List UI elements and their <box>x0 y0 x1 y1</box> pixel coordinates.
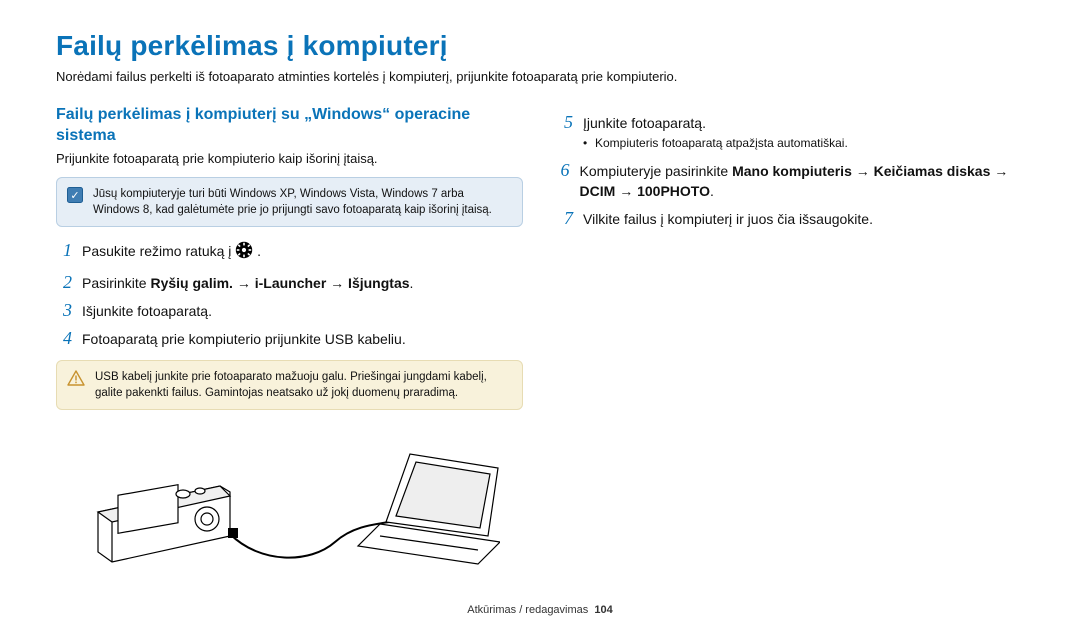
step-text: Pasukite režimo ratuką į <box>82 241 261 264</box>
page-title: Failų perkėlimas į kompiuterį <box>56 30 1024 62</box>
page-footer: Atkūrimas / redagavimas 104 <box>0 604 1080 616</box>
right-column: 5 Įjunkite fotoaparatą. Kompiuteris foto… <box>557 105 1024 574</box>
step-number: 1 <box>56 241 72 261</box>
note-text: Jūsų kompiuteryje turi būti Windows XP, … <box>93 186 512 218</box>
content-columns: Failų perkėlimas į kompiuterį su „Window… <box>56 105 1024 574</box>
left-column: Failų perkėlimas į kompiuterį su „Window… <box>56 105 523 574</box>
usb-illustration <box>56 424 523 574</box>
warning-box: USB kabelį junkite prie fotoaparato mažu… <box>56 360 523 410</box>
info-icon: ✓ <box>67 187 83 203</box>
step-5: 5 Įjunkite fotoaparatą. Kompiuteris foto… <box>557 113 1024 153</box>
intro-text: Norėdami failus perkelti iš fotoaparato … <box>56 68 1024 87</box>
step-text: Įjunkite fotoaparatą. Kompiuteris fotoap… <box>583 113 848 153</box>
step-number: 4 <box>56 329 72 349</box>
subheading-windows: Failų perkėlimas į kompiuterį su „Window… <box>56 105 523 147</box>
step-number: 7 <box>557 209 573 229</box>
mode-dial-icon <box>235 241 253 264</box>
steps-left: 1 Pasukite režimo ratuką į <box>56 241 523 349</box>
step-5-sub: Kompiuteris fotoaparatą atpažįsta automa… <box>583 135 848 152</box>
lead-text: Prijunkite fotoaparatą prie kompiuterio … <box>56 150 523 169</box>
warning-text: USB kabelį junkite prie fotoaparato mažu… <box>95 369 512 401</box>
step-text: Fotoaparatą prie kompiuterio prijunkite … <box>82 329 406 349</box>
step-2: 2 Pasirinkite Ryšių galim. → i-Launcher … <box>56 273 523 293</box>
footer-section: Atkūrimas / redagavimas <box>467 604 588 616</box>
step-text: Išjunkite fotoaparatą. <box>82 301 212 321</box>
step-number: 3 <box>56 301 72 321</box>
step-7: 7 Vilkite failus į kompiuterį ir juos či… <box>557 209 1024 229</box>
step-number: 5 <box>557 113 573 133</box>
page-number: 104 <box>594 604 612 616</box>
step-text: Pasirinkite Ryšių galim. → i-Launcher → … <box>82 273 413 293</box>
step-3: 3 Išjunkite fotoaparatą. <box>56 301 523 321</box>
note-box: ✓ Jūsų kompiuteryje turi būti Windows XP… <box>56 177 523 227</box>
caution-icon <box>67 370 83 386</box>
svg-text:✓: ✓ <box>70 190 79 202</box>
step-number: 6 <box>557 161 570 181</box>
step-text: Kompiuteryje pasirinkite Mano kompiuteri… <box>580 161 1024 202</box>
step-number: 2 <box>56 273 72 293</box>
manual-page: Failų perkėlimas į kompiuterį Norėdami f… <box>0 0 1080 630</box>
step-4: 4 Fotoaparatą prie kompiuterio prijunkit… <box>56 329 523 349</box>
step-text: Vilkite failus į kompiuterį ir juos čia … <box>583 209 873 229</box>
step-6: 6 Kompiuteryje pasirinkite Mano kompiute… <box>557 161 1024 202</box>
step-1: 1 Pasukite režimo ratuką į <box>56 241 523 264</box>
